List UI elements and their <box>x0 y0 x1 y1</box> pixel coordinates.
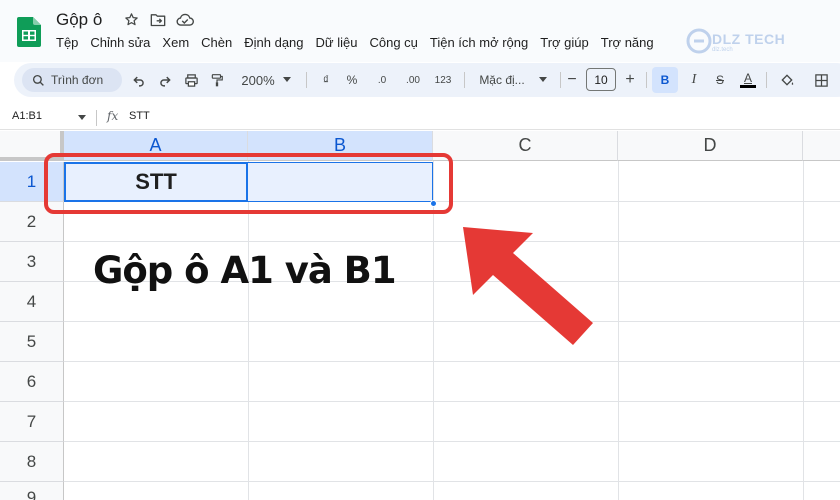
row-header-3[interactable]: 3 <box>0 242 64 282</box>
format-currency-button[interactable]: ₫ <box>314 63 338 97</box>
borders-icon[interactable] <box>808 63 834 97</box>
search-icon <box>32 74 44 86</box>
menu-insert[interactable]: Chèn <box>201 35 238 50</box>
document-title[interactable]: Gộp ô <box>56 10 102 30</box>
undo-icon[interactable] <box>126 63 152 97</box>
decrease-decimal-button[interactable]: .0 <box>368 63 396 97</box>
watermark-text: DLZ TECH <box>712 31 786 47</box>
bold-label: B <box>660 73 670 87</box>
text-color-label: A <box>743 71 752 85</box>
spreadsheet-grid: A B C D 1 2 3 4 5 6 7 8 9 STT Gộp ô A1 v… <box>0 131 840 500</box>
column-header-c[interactable]: C <box>433 131 618 161</box>
move-folder-icon[interactable] <box>149 10 167 28</box>
fill-color-icon[interactable] <box>774 63 800 97</box>
chevron-down-icon <box>538 77 547 82</box>
cloud-status-icon[interactable] <box>176 10 194 28</box>
row-header-5[interactable]: 5 <box>0 322 64 362</box>
menu-tools[interactable]: Công cụ <box>369 35 423 50</box>
menu-help[interactable]: Trợ giúp <box>540 35 595 50</box>
format-percent-button[interactable]: % <box>340 63 364 97</box>
chevron-down-icon <box>282 77 291 82</box>
text-color-button[interactable]: A <box>736 63 760 97</box>
formula-input[interactable]: STT <box>129 110 150 122</box>
star-icon[interactable] <box>122 10 140 28</box>
paint-format-icon[interactable] <box>204 63 230 97</box>
strikethrough-button[interactable]: S <box>708 63 732 97</box>
row-header-6[interactable]: 6 <box>0 362 64 402</box>
toolbar: Trình đơn 200% ₫ % .0 .00 123 Mặc đị... … <box>14 63 840 97</box>
watermark-subtext: dlz.tech <box>712 47 733 53</box>
menu-search-placeholder: Trình đơn <box>51 73 104 87</box>
menu-edit[interactable]: Chỉnh sửa <box>90 35 156 50</box>
watermark-logo: DLZ TECH dlz.tech <box>686 26 798 58</box>
font-family-value: Mặc đị... <box>479 73 525 87</box>
fx-icon: fx <box>107 109 119 123</box>
redo-icon[interactable] <box>152 63 178 97</box>
percent-label: % <box>346 73 358 87</box>
more-formats-label: 123 <box>434 74 452 86</box>
row-header-8[interactable]: 8 <box>0 442 64 482</box>
italic-label: I <box>691 72 697 87</box>
name-box[interactable]: A1:B1 <box>12 110 42 122</box>
currency-label: ₫ <box>322 73 330 87</box>
decrease-decimal-label: .0 <box>377 74 387 86</box>
increase-decimal-button[interactable]: .00 <box>398 63 428 97</box>
menu-accessibility[interactable]: Trợ năng <box>601 35 660 50</box>
increase-font-size-button[interactable]: + <box>620 63 640 97</box>
menu-file[interactable]: Tệp <box>56 35 84 50</box>
font-family-select[interactable]: Mặc đị... <box>472 63 554 97</box>
sheets-logo-icon[interactable] <box>17 17 41 47</box>
more-formats-button[interactable]: 123 <box>430 63 456 97</box>
decrease-font-size-button[interactable]: − <box>562 63 582 97</box>
bold-button[interactable]: B <box>652 67 678 93</box>
print-icon[interactable] <box>178 63 204 97</box>
plus-label: + <box>625 71 635 88</box>
menu-extensions[interactable]: Tiện ích mở rộng <box>430 35 534 50</box>
zoom-select[interactable]: 200% <box>236 63 296 97</box>
menu-bar: Tệp Chỉnh sửa Xem Chèn Định dạng Dữ liệu… <box>56 35 666 50</box>
row-header-4[interactable]: 4 <box>0 282 64 322</box>
formula-bar: A1:B1 fx STT <box>0 106 840 130</box>
menu-search[interactable]: Trình đơn <box>22 68 122 92</box>
font-size-input[interactable]: 10 <box>586 68 616 91</box>
menu-data[interactable]: Dữ liệu <box>316 35 364 50</box>
zoom-value: 200% <box>241 72 275 88</box>
title-bar: Gộp ô Tệp Chỉnh sửa Xem Chèn Định dạng D… <box>0 0 840 62</box>
annotation-text: Gộp ô A1 và B1 <box>93 249 397 292</box>
increase-decimal-label: .00 <box>406 74 420 86</box>
highlight-outline <box>44 153 453 214</box>
row-header-9[interactable]: 9 <box>0 482 64 500</box>
column-header-d[interactable]: D <box>618 131 803 161</box>
minus-label: − <box>567 71 577 88</box>
menu-view[interactable]: Xem <box>162 35 195 50</box>
menu-format[interactable]: Định dạng <box>244 35 309 50</box>
red-arrow-icon <box>463 227 593 345</box>
watermark-icon <box>686 28 712 54</box>
text-color-swatch <box>740 85 756 88</box>
row-header-7[interactable]: 7 <box>0 402 64 442</box>
column-header-e[interactable] <box>803 131 840 161</box>
strikethrough-label: S <box>715 73 724 87</box>
chevron-down-icon[interactable] <box>78 115 86 121</box>
italic-button[interactable]: I <box>682 63 706 97</box>
